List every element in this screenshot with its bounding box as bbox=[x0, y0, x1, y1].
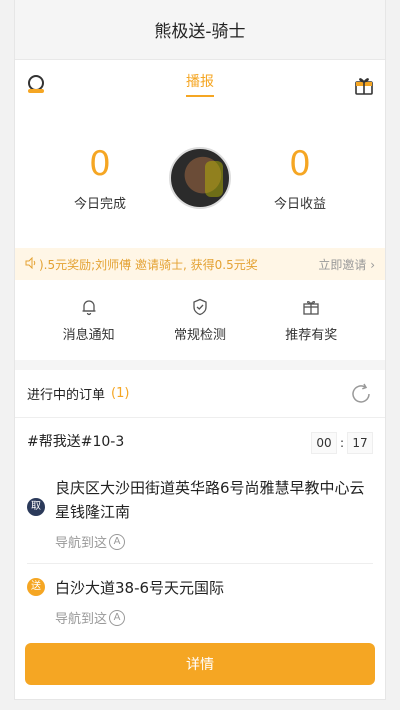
bell-icon bbox=[82, 299, 96, 315]
navigate-a-icon: A bbox=[109, 609, 126, 626]
gift-icon bbox=[303, 300, 319, 315]
quick-item-notifications[interactable]: 消息通知 bbox=[44, 298, 134, 343]
invite-now-link[interactable]: 立即邀请 › bbox=[318, 256, 375, 273]
orders-title: 进行中的订单 bbox=[27, 388, 106, 403]
earnings-label: 今日收益 bbox=[273, 196, 326, 212]
quick-item-label: 常规检测 bbox=[173, 327, 226, 343]
invite-now-label: 立即邀请 bbox=[318, 257, 367, 272]
quick-item-routine-check[interactable]: 常规检测 bbox=[155, 298, 245, 343]
detail-button[interactable]: 详情 bbox=[25, 643, 375, 685]
completed-count: 0 bbox=[89, 143, 111, 184]
navigate-a-icon: A bbox=[109, 533, 126, 550]
timer-minutes: 00 bbox=[311, 432, 337, 454]
orders-count: (1) bbox=[111, 386, 130, 401]
stats-section: 0 今日完成 0 今日收益 bbox=[15, 108, 385, 248]
title-bar: 熊极送-骑士 bbox=[15, 0, 385, 60]
pickup-address: 良庆区大沙田街道英华路6号尚雅慧早教中心云星钱隆江南 bbox=[55, 479, 365, 521]
dropoff-navigate-link[interactable]: 导航到这 A bbox=[55, 608, 126, 627]
navigate-label: 导航到这 bbox=[55, 536, 108, 551]
stat-earnings: 0 今日收益 bbox=[255, 145, 345, 212]
avatar[interactable] bbox=[169, 147, 231, 209]
pickup-navigate-link[interactable]: 导航到这 A bbox=[55, 532, 126, 551]
dropoff-badge: 送 bbox=[27, 578, 45, 596]
notice-text: ).5元奖励;刘师傅 邀请骑士, 获得0.5元奖 bbox=[39, 257, 258, 272]
quick-actions: 消息通知 常规检测 推荐有奖 bbox=[15, 280, 385, 360]
refresh-icon[interactable] bbox=[349, 382, 373, 406]
notice-bar[interactable]: ).5元奖励;刘师傅 邀请骑士, 获得0.5元奖 立即邀请 › bbox=[15, 248, 385, 280]
top-tab-bar: 播报 bbox=[15, 60, 385, 108]
navigate-label: 导航到这 bbox=[55, 612, 108, 627]
quick-item-referral[interactable]: 推荐有奖 bbox=[266, 298, 356, 343]
quick-item-label: 消息通知 bbox=[62, 327, 115, 343]
pickup-badge: 取 bbox=[27, 498, 45, 516]
timer-seconds: 17 bbox=[347, 432, 373, 454]
quick-item-label: 推荐有奖 bbox=[285, 327, 338, 343]
pickup-address-block: 取 良庆区大沙田街道英华路6号尚雅慧早教中心云星钱隆江南 导航到这 A bbox=[15, 464, 385, 563]
tab-broadcast[interactable]: 播报 bbox=[186, 71, 214, 97]
order-id-row: #帮我送#10-3 00 : 17 bbox=[15, 418, 385, 464]
detail-button-label: 详情 bbox=[186, 657, 214, 673]
shield-check-icon bbox=[193, 298, 207, 315]
page-title: 熊极送-骑士 bbox=[154, 22, 246, 42]
order-id: #帮我送#10-3 bbox=[27, 434, 125, 450]
timer-colon: : bbox=[339, 436, 345, 450]
section-divider bbox=[15, 360, 385, 370]
rider-profile-icon[interactable] bbox=[25, 74, 47, 96]
app-frame: 熊极送-骑士 播报 0 今日完成 0 今日收益).5元奖励;刘师傅 邀请骑士,… bbox=[14, 0, 386, 700]
speaker-icon bbox=[25, 256, 37, 272]
completed-label: 今日完成 bbox=[73, 196, 126, 212]
dropoff-address: 白沙大道38-6号天元国际 bbox=[55, 579, 225, 597]
dropoff-address-block: 送 白沙大道38-6号天元国际 导航到这 A bbox=[15, 564, 385, 639]
chevron-right-icon: › bbox=[370, 257, 375, 272]
orders-header: 进行中的订单 (1) bbox=[15, 370, 385, 418]
order-timer: 00 : 17 bbox=[311, 432, 373, 454]
stat-completed: 0 今日完成 bbox=[55, 145, 145, 212]
earnings-amount: 0 bbox=[289, 143, 311, 184]
gift-box-icon[interactable] bbox=[353, 74, 375, 96]
